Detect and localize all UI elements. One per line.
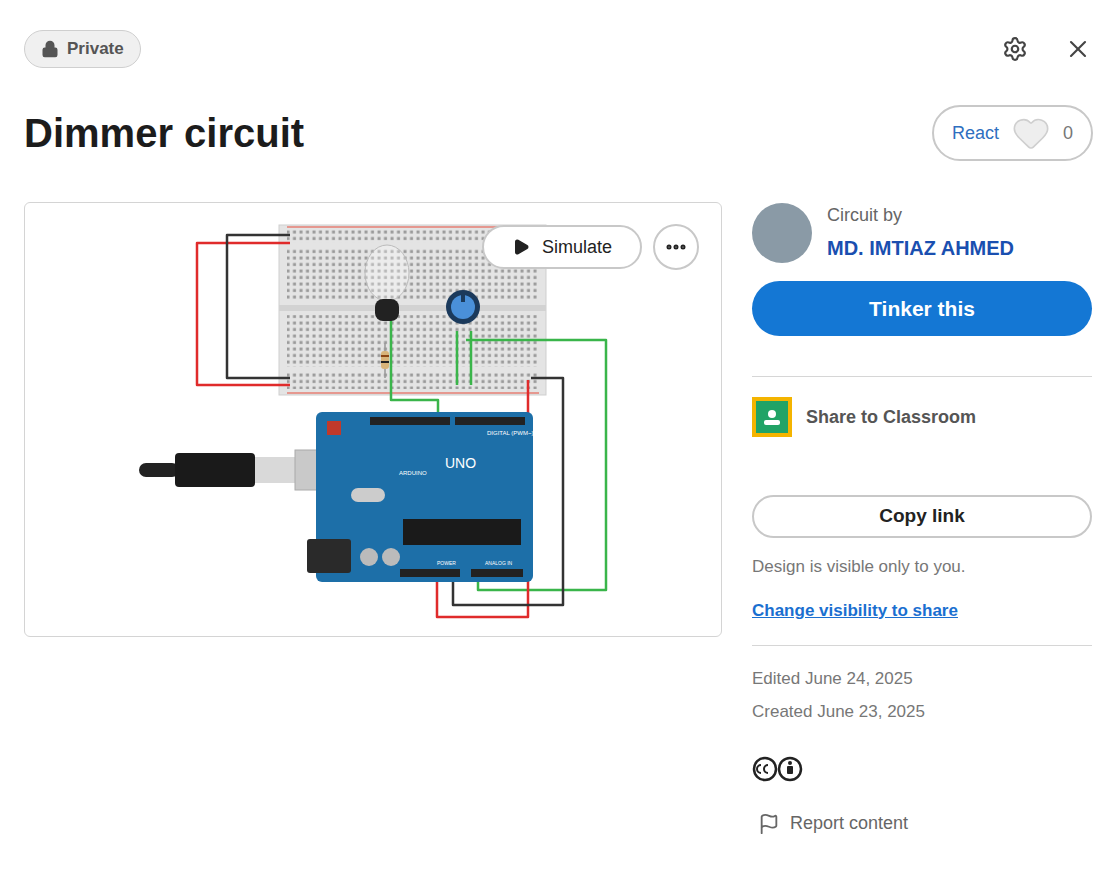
simulate-button[interactable]: Simulate <box>482 225 642 269</box>
avatar[interactable] <box>752 203 812 263</box>
svg-text:POWER: POWER <box>437 560 456 566</box>
react-button[interactable]: React0 <box>932 105 1093 161</box>
header-bar: Private <box>24 30 1093 68</box>
svg-text:ARDUINO: ARDUINO <box>399 470 427 476</box>
preview-card: DIGITAL (PWM~) UNO ARDUINO POWER ANALOG IN Si… <box>24 202 722 637</box>
flag-icon <box>758 813 780 835</box>
led <box>365 245 409 321</box>
usb-cable <box>139 450 347 490</box>
visibility-link[interactable]: Change visibility to share <box>752 598 1092 624</box>
divider <box>752 645 1092 646</box>
svg-text:DIGITAL (PWM~): DIGITAL (PWM~) <box>487 430 534 436</box>
gear-icon[interactable] <box>1002 36 1028 62</box>
share-classroom[interactable]: Share to Classroom <box>752 397 1092 437</box>
author-name[interactable]: MD. IMTIAZ AHMED <box>827 233 1014 263</box>
more-button[interactable] <box>653 224 699 270</box>
date-line: Edited June 24, 2025 <box>752 666 1092 692</box>
main: DIGITAL (PWM~) UNO ARDUINO POWER ANALOG IN Si… <box>24 202 1093 837</box>
tinker-button[interactable]: Tinker this <box>752 281 1092 336</box>
black-wire <box>227 235 290 378</box>
green-wire <box>456 331 459 385</box>
copy-link-button[interactable]: Copy link <box>752 495 1092 538</box>
title-row: Dimmer circuit React0 <box>24 105 1093 161</box>
visibility-note: Design is visible only to you. <box>752 554 1092 580</box>
red-wire <box>197 243 290 385</box>
svg-text:UNO: UNO <box>445 455 476 471</box>
sidebar: Circuit byMD. IMTIAZ AHMED Tinker this Sha… <box>752 202 1092 837</box>
classroom-icon <box>752 397 792 437</box>
lock-icon <box>41 40 59 58</box>
heart-icon <box>1011 113 1051 153</box>
divider <box>752 376 1092 377</box>
dates: Edited June 24, 2025 Created June 23, 202… <box>752 666 1092 724</box>
author: Circuit byMD. IMTIAZ AHMED <box>752 202 1092 263</box>
close-icon[interactable] <box>1064 35 1092 63</box>
svg-text:ANALOG IN: ANALOG IN <box>485 560 513 566</box>
title: Dimmer circuit <box>24 108 304 158</box>
license-icon <box>752 756 804 782</box>
green-wire <box>391 320 438 420</box>
share-modal: Private Dimmer circuit React0 DIGITAL (PWM~… <box>0 0 1117 889</box>
potentiometer <box>446 290 480 324</box>
play-icon <box>512 238 530 256</box>
report-link[interactable]: Report content <box>758 810 1092 837</box>
date-line: Created June 23, 2025 <box>752 699 1092 725</box>
arduino-board: DIGITAL (PWM~) UNO ARDUINO POWER ANALOG IN <box>307 412 534 582</box>
ellipsis-icon <box>664 235 688 259</box>
private-badge: Private <box>24 30 141 68</box>
resistor <box>381 343 389 378</box>
